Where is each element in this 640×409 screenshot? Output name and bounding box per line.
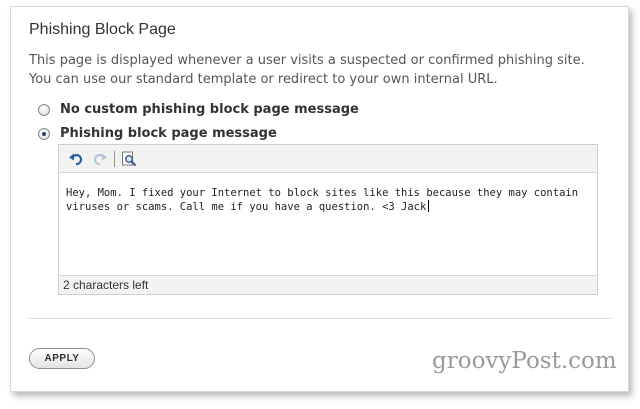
apply-button[interactable]: APPLY bbox=[29, 348, 95, 369]
phishing-block-panel: Phishing Block Page This page is display… bbox=[10, 6, 629, 392]
option-no-custom-message-label: No custom phishing block page message bbox=[60, 102, 359, 117]
radio-no-custom-message[interactable] bbox=[38, 103, 50, 116]
message-editor: Hey, Mom. I fixed your Internet to block… bbox=[58, 144, 598, 295]
watermark: groovyPost.com bbox=[432, 348, 617, 374]
page-description: This page is displayed whenever a user v… bbox=[29, 53, 585, 87]
preview-icon[interactable] bbox=[121, 151, 137, 167]
message-text: Hey, Mom. I fixed your Internet to block… bbox=[66, 187, 579, 213]
message-textarea[interactable]: Hey, Mom. I fixed your Internet to block… bbox=[66, 187, 591, 214]
section-divider bbox=[29, 318, 611, 319]
option-custom-message-label: Phishing block page message bbox=[60, 126, 277, 141]
editor-toolbar bbox=[59, 145, 597, 173]
option-custom-message[interactable]: Phishing block page message bbox=[38, 126, 277, 141]
character-count-status: 2 characters left bbox=[59, 275, 597, 294]
option-no-custom-message[interactable]: No custom phishing block page message bbox=[38, 102, 359, 117]
undo-icon[interactable] bbox=[68, 151, 84, 167]
redo-icon[interactable] bbox=[92, 151, 108, 167]
radio-custom-message[interactable] bbox=[38, 127, 50, 140]
page-title: Phishing Block Page bbox=[29, 21, 176, 38]
text-caret bbox=[428, 200, 430, 212]
toolbar-separator bbox=[114, 151, 115, 167]
